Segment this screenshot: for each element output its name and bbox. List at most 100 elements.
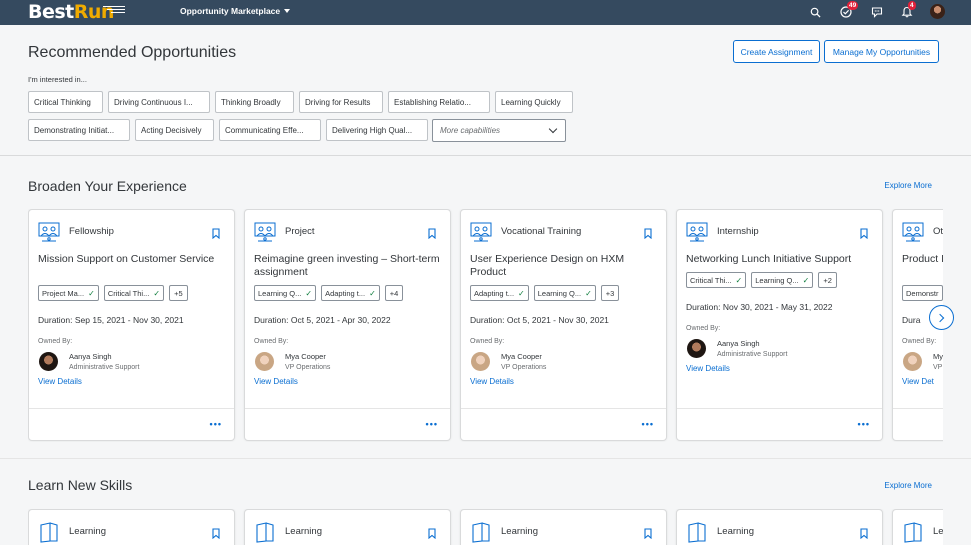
owner-name: Aanya Singh [717, 339, 760, 348]
learning-type: Learning [501, 526, 538, 537]
capability-chip[interactable]: Driving for Results [299, 91, 383, 113]
opportunity-title[interactable]: User Experience Design on HXM Product [470, 253, 660, 279]
opportunity-title[interactable]: Reimagine green investing – Short-term a… [254, 253, 444, 279]
view-details-link[interactable]: View Details [38, 377, 82, 386]
search-icon[interactable] [808, 5, 822, 19]
opportunity-title[interactable]: Networking Lunch Initiative Support [686, 253, 876, 266]
learning-card[interactable]: Learning [28, 509, 235, 545]
tasks-badge: 49 [847, 1, 859, 10]
view-details-link[interactable]: View Details [470, 377, 514, 386]
bookmark-icon[interactable] [644, 226, 652, 240]
owner-avatar [39, 352, 58, 371]
capability-chip[interactable]: Learning Quickly [495, 91, 573, 113]
more-skills-count[interactable]: +3 [600, 285, 620, 301]
carousel-next-button[interactable] [929, 305, 954, 330]
skill-tag-label: Learning Q... [755, 275, 799, 285]
learning-card[interactable]: Learning [460, 509, 667, 545]
owner-role: VP Operations [285, 364, 331, 371]
learning-card[interactable]: Le [892, 509, 943, 545]
skill-tag: Demonstr [902, 285, 943, 301]
owner-name: Aanya Singh [69, 352, 112, 361]
owned-by-label: Owned By: [254, 338, 289, 345]
bookmark-icon[interactable] [860, 226, 868, 240]
skill-tags: Learning Q... ✓ Adapting t... ✓ +4 [254, 285, 404, 301]
skill-tags: Demonstr [902, 285, 943, 301]
tasks-icon[interactable]: 49 [839, 1, 859, 19]
opportunity-card[interactable]: Internship Networking Lunch Initiative Su… [676, 209, 883, 441]
more-skills-count[interactable]: +2 [818, 272, 837, 288]
check-icon: ✓ [802, 275, 810, 285]
owner-role: VP Operations [501, 364, 547, 371]
bookmark-icon[interactable] [860, 526, 868, 540]
chevron-down-icon [548, 124, 558, 134]
bookmark-icon[interactable] [212, 526, 220, 540]
owner-role: Administrative Support [69, 364, 140, 371]
capability-chip[interactable]: Delivering High Qual... [326, 119, 428, 141]
more-actions-icon[interactable]: ••• [426, 419, 438, 429]
check-icon: ✓ [735, 275, 743, 285]
more-skills-count[interactable]: +5 [169, 285, 188, 301]
chat-icon[interactable] [870, 5, 884, 19]
opportunity-title[interactable]: Mission Support on Customer Service [38, 253, 228, 266]
skill-tag: Learning Q... ✓ [751, 272, 814, 288]
more-skills-count[interactable]: +4 [384, 285, 404, 301]
bookmark-icon[interactable] [428, 526, 436, 540]
more-actions-icon[interactable]: ••• [858, 419, 870, 429]
capability-chip[interactable]: Establishing Relatio... [388, 91, 490, 113]
skill-tag: Critical Thi... ✓ [103, 285, 165, 301]
card-footer [245, 408, 450, 440]
user-avatar[interactable] [930, 4, 945, 19]
learning-card[interactable]: Learning [244, 509, 451, 545]
view-details-link[interactable]: View Det [902, 377, 934, 386]
capability-chip[interactable]: Acting Decisively [135, 119, 214, 141]
check-icon: ✓ [518, 288, 525, 298]
capability-chip[interactable]: Demonstrating Initiat... [28, 119, 130, 141]
skill-tag: Learning Q... ✓ [254, 285, 317, 301]
opportunity-card[interactable]: Vocational Training User Experience Desig… [460, 209, 667, 441]
owner-avatar [255, 352, 274, 371]
broaden-explore-more-link[interactable]: Explore More [884, 181, 932, 190]
opportunity-type-icon [686, 221, 708, 243]
opportunity-type: Project [285, 226, 315, 237]
view-details-link[interactable]: View Details [686, 364, 730, 373]
manage-opportunities-button[interactable]: Manage My Opportunities [824, 40, 939, 63]
skill-tag-label: Learning Q... [258, 288, 302, 298]
opportunity-type-icon [470, 221, 492, 243]
opportunity-card[interactable]: Fellowship Mission Support on Customer Se… [28, 209, 235, 441]
skill-tags: Critical Thi... ✓ Learning Q... ✓ +2 [686, 272, 837, 288]
bookmark-icon[interactable] [644, 526, 652, 540]
skill-tag: Adapting t... ✓ [321, 285, 380, 301]
bell-icon[interactable]: 4 [900, 1, 916, 19]
app-title-menu[interactable]: Opportunity Marketplace [180, 6, 291, 16]
learning-card[interactable]: Learning [676, 509, 883, 545]
interest-label: I'm interested in... [28, 75, 87, 84]
capability-chip[interactable]: Thinking Broadly [215, 91, 294, 113]
capability-chip[interactable]: Communicating Effe... [219, 119, 321, 141]
book-icon [686, 521, 708, 543]
learn-explore-more-link[interactable]: Explore More [884, 481, 932, 490]
more-actions-icon[interactable]: ••• [642, 419, 654, 429]
more-capabilities-select[interactable]: More capabilities [432, 119, 566, 142]
owned-by-label: Owned By: [470, 338, 505, 345]
check-icon: ✓ [153, 288, 161, 298]
bookmark-icon[interactable] [428, 226, 436, 240]
logo-best-text: Best [28, 1, 74, 23]
check-icon: ✓ [88, 288, 95, 298]
create-assignment-button[interactable]: Create Assignment [733, 40, 820, 63]
opportunity-title[interactable]: Product Initiative [902, 253, 943, 266]
bookmark-icon[interactable] [212, 226, 220, 240]
view-details-link[interactable]: View Details [254, 377, 298, 386]
learn-card-carousel: Learning Learning Learning Learning Le [28, 509, 943, 545]
opportunity-card[interactable]: Project Reimagine green investing – Short… [244, 209, 451, 441]
capability-chip[interactable]: Critical Thinking [28, 91, 103, 113]
duration-text: Dura [902, 315, 921, 325]
company-logo[interactable]: BestRun [28, 1, 114, 23]
app-title: Opportunity Marketplace [180, 6, 281, 16]
opportunity-type: Fellowship [69, 226, 114, 237]
owner-name: Mya Cooper [501, 352, 542, 361]
more-actions-icon[interactable]: ••• [210, 419, 222, 429]
skill-tag: Project Ma... ✓ [38, 285, 99, 301]
capability-chip[interactable]: Driving Continuous I... [108, 91, 210, 113]
check-icon: ✓ [369, 288, 376, 298]
skill-tag-label: Critical Thi... [107, 288, 150, 298]
